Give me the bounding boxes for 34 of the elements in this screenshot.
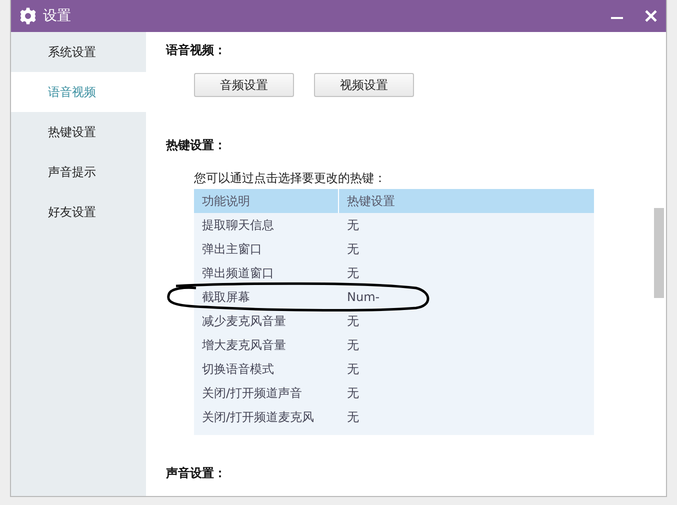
column-header: 热键设置: [346, 192, 396, 210]
table-cell[interactable]: 无: [339, 357, 359, 381]
sidebar-item[interactable]: 系统设置: [11, 32, 146, 72]
sidebar-item[interactable]: 声音提示: [11, 152, 146, 192]
settings-button[interactable]: 音频设置: [194, 73, 294, 97]
table-cell[interactable]: 无: [339, 237, 359, 261]
table-cell[interactable]: 无: [339, 381, 359, 405]
column-header: 功能说明: [194, 189, 339, 213]
window-title: 设置: [43, 7, 72, 25]
sidebar-item[interactable]: 语音视频: [11, 72, 146, 112]
table-cell[interactable]: 提取聊天信息: [194, 213, 339, 237]
table-cell[interactable]: 关闭/打开频道声音: [194, 381, 339, 405]
table-cell[interactable]: 弹出主窗口: [194, 237, 339, 261]
hint-text: 您可以通过点击选择要更改的热键：: [194, 170, 387, 187]
settings-button[interactable]: 视频设置: [314, 73, 414, 97]
section-heading: 热键设置：: [166, 137, 227, 154]
sidebar-item[interactable]: 好友设置: [11, 192, 146, 232]
table-cell[interactable]: 切换语音模式: [194, 357, 339, 381]
section-heading: 语音视频：: [166, 42, 227, 59]
table-cell[interactable]: 无: [339, 309, 359, 333]
table-cell[interactable]: 增大麦克风音量: [194, 333, 339, 357]
table-cell[interactable]: 无: [339, 405, 359, 429]
table-cell[interactable]: 截取屏幕: [194, 285, 339, 309]
close-icon[interactable]: [644, 9, 658, 23]
table-cell[interactable]: 无: [339, 261, 359, 285]
section-heading: 声音设置：: [166, 465, 227, 482]
table-cell[interactable]: Num-: [339, 285, 380, 309]
table-cell[interactable]: 无: [339, 333, 359, 357]
gear-icon: [19, 7, 37, 25]
table-cell[interactable]: 减少麦克风音量: [194, 309, 339, 333]
table-cell[interactable]: 无: [339, 213, 359, 237]
sidebar-item[interactable]: 热键设置: [11, 112, 146, 152]
table-cell[interactable]: 关闭/打开频道麦克风: [194, 405, 339, 429]
table-cell[interactable]: 弹出频道窗口: [194, 261, 339, 285]
